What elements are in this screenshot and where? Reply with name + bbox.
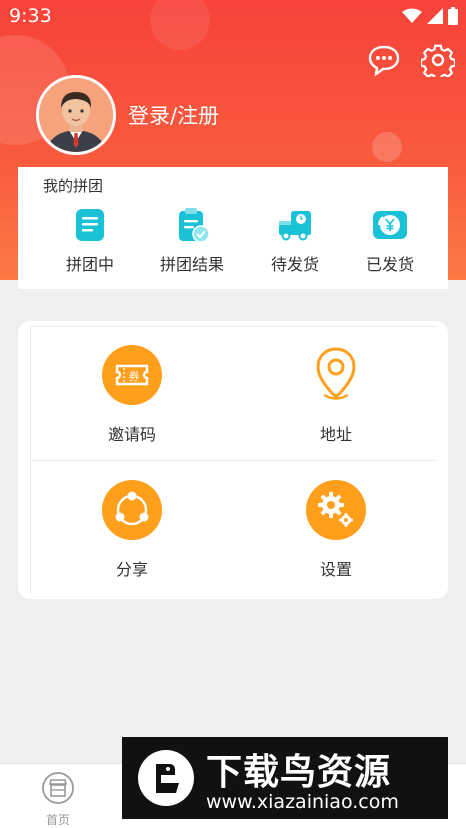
group-buy-item-shipped[interactable]: 已发货: [345, 207, 435, 275]
menu-item-label: 分享: [115, 560, 148, 579]
user-avatar-icon: [39, 78, 113, 152]
login-register-link[interactable]: 登录/注册: [128, 100, 219, 130]
gear-icon: [421, 44, 455, 77]
avatar[interactable]: [36, 75, 116, 155]
gear-icon: [306, 480, 366, 540]
document-list-icon: [76, 209, 104, 241]
menu-item-label: 设置: [319, 560, 352, 579]
menu-item-label: 地址: [319, 425, 352, 444]
group-buy-item-to-ship[interactable]: 待发货: [250, 207, 340, 275]
settings-button[interactable]: [420, 42, 456, 78]
menu-item-address[interactable]: 地址: [266, 345, 406, 445]
watermark-title: 下载鸟资源: [206, 752, 392, 793]
group-buy-title: 我的拼团: [43, 177, 104, 195]
group-buy-item-label: 拼团结果: [159, 255, 224, 274]
group-buy-item-in-progress[interactable]: 拼团中: [45, 207, 135, 275]
bird-logo-icon: [138, 750, 194, 806]
menu-item-share[interactable]: 分享: [62, 480, 202, 580]
group-buy-item-label: 拼团中: [65, 255, 114, 274]
menu-item-invite-code[interactable]: 券 邀请码: [62, 345, 202, 445]
clipboard-check-icon: [179, 208, 210, 243]
coupon-ticket-icon: 券: [102, 345, 162, 405]
message-button[interactable]: [366, 42, 402, 78]
menu-divider: [30, 460, 436, 461]
my-group-buy-card: 我的拼团 拼团中 拼团结果 待发货 已发货: [18, 167, 448, 289]
delivery-truck-icon: [279, 211, 311, 241]
signal-icon: [427, 8, 443, 24]
nav-home-tab[interactable]: 首页: [33, 771, 83, 828]
status-bar: 9:33: [0, 0, 466, 32]
function-menu-card: 券 邀请码 地址 分享 设置: [18, 321, 448, 599]
chat-bubble-icon: [368, 45, 400, 76]
status-time: 9:33: [9, 5, 52, 27]
group-buy-item-result[interactable]: 拼团结果: [147, 207, 237, 275]
watermark-url: www.xiazainiao.com: [206, 791, 399, 813]
share-icon: [102, 480, 162, 540]
menu-item-label: 邀请码: [107, 425, 156, 444]
decor-bubble: [372, 132, 402, 162]
svg-text:券: 券: [129, 369, 140, 383]
wifi-icon: [402, 8, 422, 23]
location-pin-icon: [316, 347, 356, 400]
nav-home-label: 首页: [45, 813, 70, 827]
battery-icon: [448, 7, 458, 25]
menu-item-settings[interactable]: 设置: [266, 480, 406, 580]
watermark-overlay: 下载鸟资源 www.xiazainiao.com: [122, 737, 448, 819]
yen-refresh-icon: [373, 211, 407, 239]
group-buy-item-label: 已发货: [365, 255, 414, 274]
storefront-icon: [42, 772, 74, 804]
group-buy-item-label: 待发货: [270, 255, 319, 274]
